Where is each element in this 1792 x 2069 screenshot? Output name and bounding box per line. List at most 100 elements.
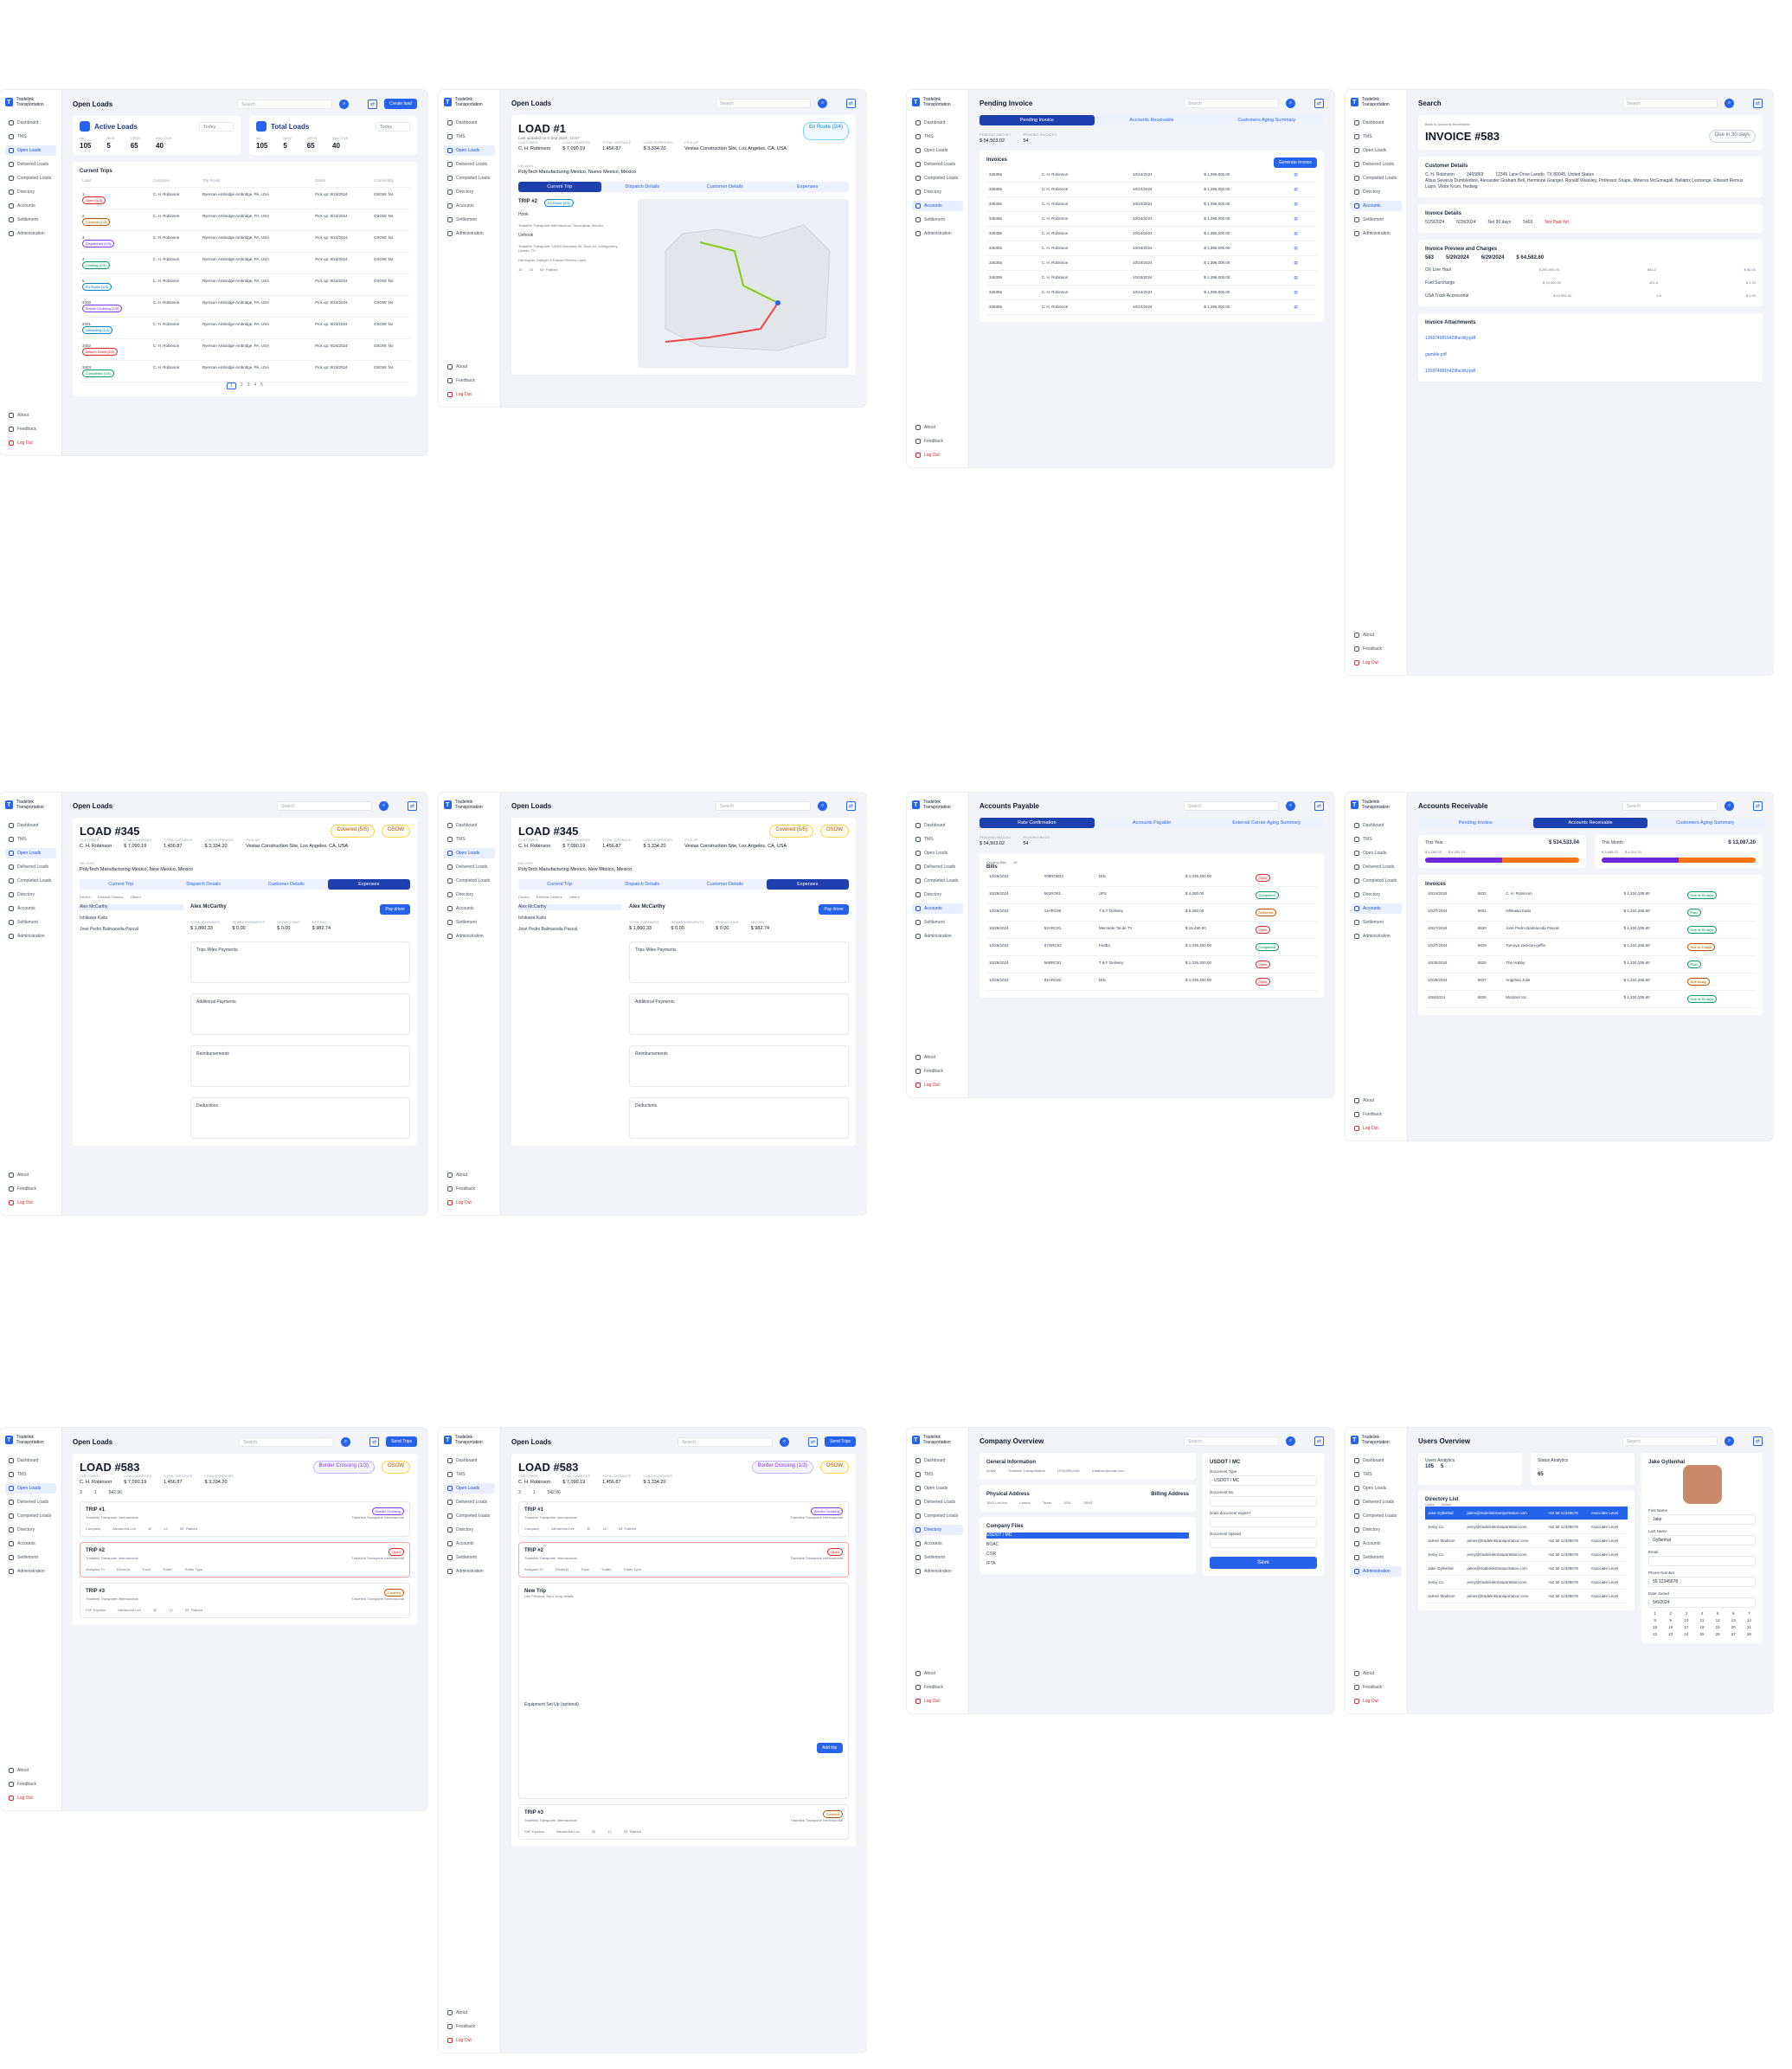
table-row[interactable]: 345355 C. H. Robinson 10/24/2024 $ 1,396,00… bbox=[986, 211, 1317, 227]
nav-item-delivered-loads[interactable]: Delivered Loads bbox=[444, 862, 495, 872]
nav-item-log-out[interactable]: Log Out bbox=[912, 1080, 963, 1090]
nav-item-dashboard[interactable]: Dashboard bbox=[912, 118, 963, 128]
subtab[interactable]: Invites bbox=[1441, 1502, 1451, 1507]
search-input[interactable]: Search bbox=[1622, 801, 1718, 811]
nav-item-accounts[interactable]: Accounts bbox=[444, 201, 495, 211]
table-row[interactable]: 10/27/2024 5829 Tomoya Jackson-griffin $ 1,… bbox=[1425, 938, 1756, 956]
nav-item-settlement[interactable]: Settlement bbox=[1351, 917, 1402, 928]
nav-item-open-loads[interactable]: Open Loads bbox=[5, 848, 56, 858]
page-3[interactable]: 3 bbox=[247, 382, 250, 389]
nav-item-directory[interactable]: Directory bbox=[1351, 187, 1402, 197]
nav-item-directory[interactable]: Directory bbox=[912, 187, 963, 197]
calendar-day[interactable]: 20 bbox=[1727, 1625, 1740, 1629]
table-row[interactable]: James Madison james@tradelinktransportati… bbox=[1425, 1589, 1628, 1603]
calendar-day[interactable]: 26 bbox=[1712, 1632, 1725, 1636]
nav-item-completed-loads[interactable]: Completed Loads bbox=[5, 876, 56, 886]
nav-item-feedback[interactable]: Feedback bbox=[5, 1779, 56, 1789]
tab-1[interactable]: Accounts Payable bbox=[1095, 818, 1210, 828]
document-icon[interactable]: ▤ bbox=[1294, 216, 1297, 221]
nav-item-about[interactable]: About bbox=[912, 1052, 963, 1063]
table-row[interactable]: 3403 Completed (1/3) C. H. Robinson Ryerson… bbox=[80, 360, 410, 382]
range-select[interactable]: Today bbox=[376, 121, 410, 132]
driver-item[interactable]: Alex McCarthy bbox=[518, 904, 622, 910]
document-icon[interactable]: ▤ bbox=[1294, 202, 1297, 206]
file-row[interactable]: COR bbox=[986, 1552, 1189, 1558]
document-icon[interactable]: ▤ bbox=[1294, 260, 1297, 265]
nav-item-accounts[interactable]: Accounts bbox=[5, 201, 56, 211]
table-row[interactable]: 345355 C. H. Robinson 10/24/2024 $ 1,396,00… bbox=[986, 182, 1317, 197]
nav-item-log-out[interactable]: Log Out bbox=[1351, 658, 1402, 668]
tab-0[interactable]: Current Trip bbox=[518, 879, 601, 890]
nav-item-dashboard[interactable]: Dashboard bbox=[444, 118, 495, 128]
page-4[interactable]: 4 bbox=[254, 382, 256, 389]
nav-item-administration[interactable]: Administration bbox=[444, 228, 495, 239]
nav-item-about[interactable]: About bbox=[1351, 1668, 1402, 1679]
nav-item-tms[interactable]: TMS bbox=[1351, 834, 1402, 845]
nav-item-delivered-loads[interactable]: Delivered Loads bbox=[5, 159, 56, 170]
nav-item-delivered-loads[interactable]: Delivered Loads bbox=[912, 1497, 963, 1507]
notification-icon[interactable]: ⇄ bbox=[846, 801, 856, 811]
nav-item-tms[interactable]: TMS bbox=[5, 834, 56, 845]
calendar-day[interactable]: 15 bbox=[1648, 1625, 1661, 1629]
nav-item-settlement[interactable]: Settlement bbox=[912, 917, 963, 928]
calendar-day[interactable]: 2 bbox=[1664, 1611, 1677, 1616]
search-icon[interactable]: ⌕ bbox=[818, 99, 827, 108]
nav-item-log-out[interactable]: Log Out bbox=[5, 1198, 56, 1208]
back-link[interactable]: Back to Accounts Receivable bbox=[1425, 122, 1756, 126]
nav-item-settlement[interactable]: Settlement bbox=[444, 215, 495, 225]
table-row[interactable]: 345355 C. H. Robinson 10/24/2024 $ 1,396,00… bbox=[986, 285, 1317, 300]
nav-item-delivered-loads[interactable]: Delivered Loads bbox=[912, 159, 963, 170]
nav-item-feedback[interactable]: Feedback bbox=[1351, 644, 1402, 654]
search-icon[interactable]: ⌕ bbox=[1725, 1436, 1734, 1446]
table-row[interactable]: 10/29/2024 52ARC81 Mercante Tal de TV $ 15,… bbox=[986, 921, 1317, 939]
calendar-day[interactable]: 12 bbox=[1712, 1618, 1725, 1622]
tab-0[interactable]: Current Trip bbox=[80, 879, 163, 890]
nav-item-feedback[interactable]: Feedback bbox=[444, 1184, 495, 1194]
route-map[interactable] bbox=[638, 199, 849, 368]
nav-item-delivered-loads[interactable]: Delivered Loads bbox=[1351, 862, 1402, 872]
nav-item-feedback[interactable]: Feedback bbox=[444, 376, 495, 386]
calendar-day[interactable]: 3 bbox=[1680, 1611, 1692, 1616]
notification-icon[interactable]: ⇄ bbox=[1314, 1436, 1324, 1446]
save-button[interactable]: Save bbox=[1210, 1557, 1317, 1569]
generate-invoice-button[interactable]: Generate Invoice bbox=[1273, 157, 1317, 168]
subtab[interactable]: External Carriers bbox=[536, 895, 562, 899]
nav-item-completed-loads[interactable]: Completed Loads bbox=[5, 1511, 56, 1521]
calendar-day[interactable]: 7 bbox=[1743, 1611, 1756, 1616]
table-row[interactable]: 10/29/2024 81ARC82 DHL $ 1,035,200.00 Open bbox=[986, 973, 1317, 991]
nav-item-log-out[interactable]: Log Out bbox=[912, 450, 963, 460]
nav-item-dashboard[interactable]: Dashboard bbox=[912, 820, 963, 831]
table-row[interactable]: 3401 Unloading (1/3) C. H. Robinson Ryerson… bbox=[80, 317, 410, 339]
notification-icon[interactable]: ⇄ bbox=[1753, 1436, 1763, 1446]
nav-item-dashboard[interactable]: Dashboard bbox=[444, 1455, 495, 1466]
nav-item-accounts[interactable]: Accounts bbox=[5, 1539, 56, 1549]
calendar-day[interactable]: 21 bbox=[1743, 1625, 1756, 1629]
nav-item-open-loads[interactable]: Open Loads bbox=[912, 848, 963, 858]
notification-icon[interactable]: ⇄ bbox=[1314, 801, 1324, 811]
table-row[interactable]: 345355 C. H. Robinson 10/24/2024 $ 1,396,00… bbox=[986, 196, 1317, 212]
nav-item-tms[interactable]: TMS bbox=[1351, 132, 1402, 142]
nav-item-administration[interactable]: Administration bbox=[912, 1566, 963, 1577]
nav-item-feedback[interactable]: Feedback bbox=[912, 436, 963, 447]
pay-driver-button[interactable]: Pay driver bbox=[819, 904, 849, 915]
tab-0[interactable]: Rate Confirmation bbox=[979, 818, 1095, 828]
field-input[interactable] bbox=[1210, 1517, 1317, 1527]
nav-item-completed-loads[interactable]: Completed Loads bbox=[912, 876, 963, 886]
field-input[interactable]: Gyllenhal bbox=[1648, 1535, 1756, 1545]
nav-item-about[interactable]: About bbox=[444, 2008, 495, 2018]
nav-item-accounts[interactable]: Accounts bbox=[1351, 1539, 1402, 1549]
nav-item-open-loads[interactable]: Open Loads bbox=[1351, 848, 1402, 858]
table-row[interactable]: 10/27/2024 5830 José Pedro Balmaceda Pasca… bbox=[1425, 921, 1756, 939]
nav-item-about[interactable]: About bbox=[444, 362, 495, 372]
add-trip-button[interactable]: Add trip bbox=[817, 1743, 843, 1753]
subtab[interactable]: Others bbox=[569, 895, 580, 899]
table-row[interactable]: James Madison james@tradelinktransportati… bbox=[1425, 1533, 1628, 1548]
nav-item-about[interactable]: About bbox=[912, 422, 963, 433]
search-input[interactable]: Search bbox=[716, 99, 811, 108]
nav-item-tms[interactable]: TMS bbox=[444, 834, 495, 845]
search-input[interactable]: Search bbox=[1184, 1436, 1279, 1446]
nav-item-dashboard[interactable]: Dashboard bbox=[5, 118, 56, 128]
nav-item-administration[interactable]: Administration bbox=[444, 931, 495, 941]
nav-item-dashboard[interactable]: Dashboard bbox=[5, 820, 56, 831]
nav-item-dashboard[interactable]: Dashboard bbox=[444, 820, 495, 831]
